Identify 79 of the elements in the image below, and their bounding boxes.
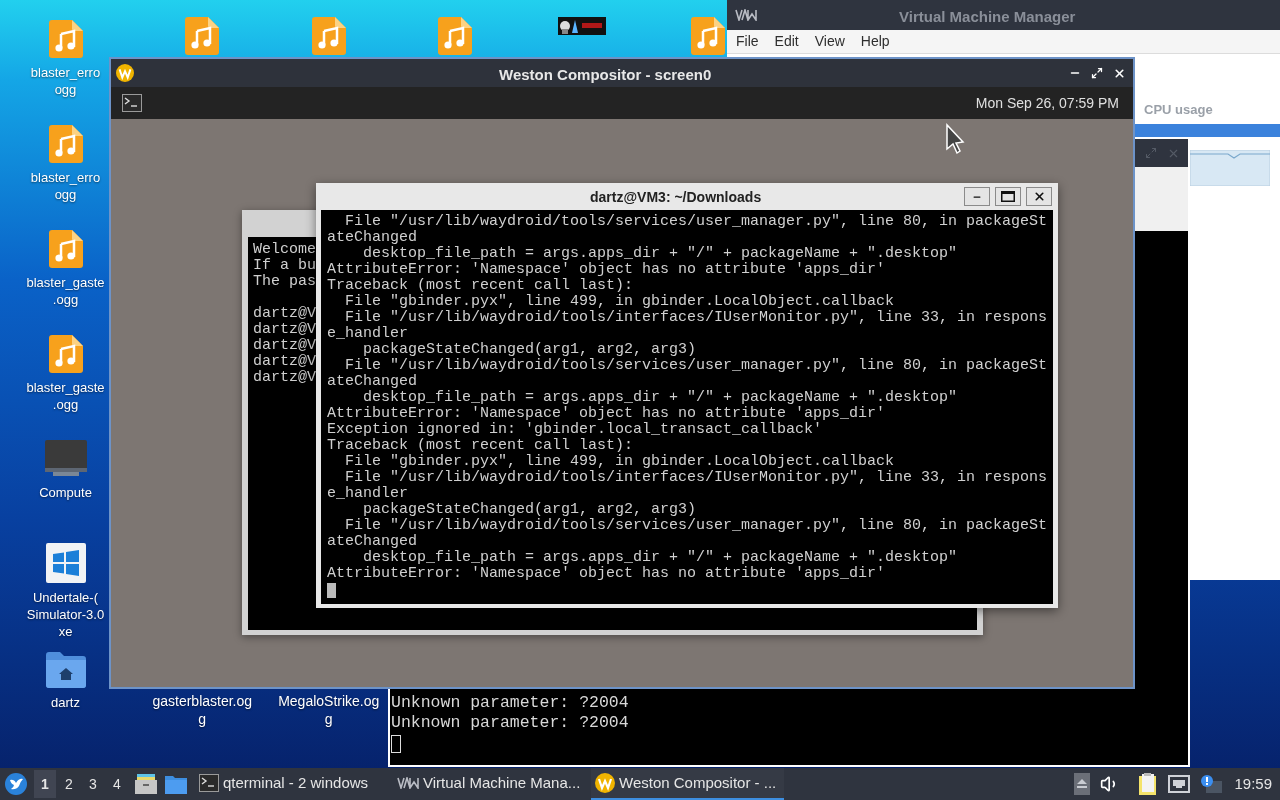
terminal-line: AttributeError: 'Namespace' object has no attribute 'apps_dir' [327, 566, 886, 582]
terminal-line: File "gbinder.pyx", line 499, in gbinder.LocalObject.callback [344, 294, 895, 310]
audio-file-icon[interactable] [48, 335, 83, 373]
terminal-line: AttributeError: 'Namespace' object has no attribute 'apps_dir' [327, 262, 886, 278]
menu-item[interactable]: Edit [774, 31, 799, 52]
start-menu-icon[interactable] [5, 773, 27, 795]
taskbar-clock: 19:59 [1234, 773, 1272, 794]
terminal-line: File "/usr/lib/waydroid/tools/interfaces/IUserMonitor.py", line 33, in respons [344, 470, 1048, 486]
terminal-line: desktop_file_path = args.apps_dir + "/" + packageName + ".desktop" [362, 246, 958, 262]
window-title: Virtual Machine Manager [899, 7, 1076, 27]
terminal-line: File "/usr/lib/waydroid/tools/services/user_manager.py", line 80, in packageSt [344, 358, 1048, 374]
home-folder-icon[interactable] [45, 652, 86, 688]
taskbar-button[interactable]: Weston Compositor - ... [591, 768, 784, 800]
terminal-line: File "gbinder.pyx", line 499, in gbinder.LocalObject.callback [344, 454, 895, 470]
menu-item[interactable]: View [814, 31, 845, 52]
terminal-line: Traceback (most recent call last): [327, 438, 634, 454]
workspace-button[interactable]: 3 [82, 770, 104, 798]
terminal-line: If a bu [253, 258, 316, 274]
terminal-line: File "/usr/lib/waydroid/tools/services/user_manager.py", line 80, in packageSt [344, 214, 1048, 230]
terminal-line: Unknown parameter: ?2004 [391, 713, 630, 733]
terminal-line: desktop_file_path = args.apps_dir + "/" + packageName + ".desktop" [362, 390, 958, 406]
terminal-prompt: dartz@V [253, 338, 316, 354]
audio-file-icon[interactable] [48, 125, 83, 163]
terminal-line: packageStateChanged(arg1, arg2, arg3) [362, 342, 697, 358]
terminal-line: File "/usr/lib/waydroid/tools/interfaces/IUserMonitor.py", line 33, in respons [344, 310, 1048, 326]
terminal-prompt: dartz@V [253, 370, 316, 386]
audio-file-icon[interactable] [48, 230, 83, 268]
text-cursor [327, 583, 336, 598]
notification-icon[interactable] [1200, 774, 1223, 794]
terminal-line: packageStateChanged(arg1, arg2, arg3) [362, 502, 697, 518]
text-cursor [391, 735, 401, 753]
terminal-line: Unknown parameter: ?2004 [391, 693, 630, 713]
maximize-button[interactable] [995, 187, 1021, 206]
clipboard-icon[interactable] [1138, 773, 1159, 795]
terminal-line: e_handler [327, 326, 408, 342]
window-title: Weston Compositor - screen0 [499, 65, 712, 85]
window-title: dartz@VM3: ~/Downloads [590, 188, 762, 207]
terminal-line: Traceback (most recent call last): [327, 278, 634, 294]
windows-app-icon[interactable] [45, 543, 86, 583]
computer-icon[interactable] [44, 440, 87, 478]
close-icon[interactable] [1113, 66, 1126, 80]
file-manager-icon[interactable] [135, 774, 157, 794]
network-icon[interactable] [1168, 775, 1191, 793]
close-button[interactable] [1026, 187, 1052, 206]
workspace-button[interactable]: 4 [106, 770, 128, 798]
maximize-icon[interactable] [1091, 67, 1103, 79]
weston-logo-icon [595, 773, 615, 793]
terminal-line: ateChanged [327, 374, 417, 390]
workspace-button[interactable]: 2 [58, 770, 80, 798]
panel-clock: Mon Sep 26, 07:59 PM [975, 93, 1119, 113]
workspace-button[interactable]: 1 [34, 770, 56, 798]
mouse-pointer-icon [945, 123, 965, 155]
eject-icon[interactable] [1074, 773, 1091, 795]
minimize-button[interactable] [964, 187, 990, 206]
taskbar-button[interactable]: qterminal - 2 windows [195, 768, 388, 800]
vmm-logo-icon [397, 777, 419, 789]
terminal-prompt: dartz@V [253, 306, 316, 322]
column-header: CPU usage [1144, 101, 1213, 119]
terminal-line: Welcome [253, 242, 316, 258]
terminal-line: e_handler [327, 486, 408, 502]
taskbar-button[interactable]: Virtual Machine Mana... [393, 768, 586, 800]
close-icon [1032, 190, 1046, 203]
terminal-line: AttributeError: 'Namespace' object has no attribute 'apps_dir' [327, 406, 886, 422]
weston-logo-icon [116, 64, 134, 82]
terminal-launcher-icon[interactable] [122, 94, 142, 112]
terminal-line: Exception ignored in: 'gbinder.local_transact_callback' [327, 422, 823, 438]
terminal-line: desktop_file_path = args.apps_dir + "/" + packageName + ".desktop" [362, 550, 958, 566]
terminal-line: The pas [253, 274, 316, 290]
terminal-line: ateChanged [327, 230, 417, 246]
terminal-line: File "/usr/lib/waydroid/tools/services/user_manager.py", line 80, in packageSt [344, 518, 1048, 534]
menu-item[interactable]: File [736, 31, 759, 52]
maximize-icon [1001, 191, 1015, 202]
terminal-icon[interactable] [199, 774, 219, 792]
terminal-prompt: dartz@V [253, 354, 316, 370]
terminal-prompt: dartz@V [253, 322, 316, 338]
terminal-line: ateChanged [327, 534, 417, 550]
vmm-logo-icon [735, 9, 757, 21]
folder-icon[interactable] [165, 774, 187, 794]
menu-item[interactable]: Help [860, 31, 890, 52]
